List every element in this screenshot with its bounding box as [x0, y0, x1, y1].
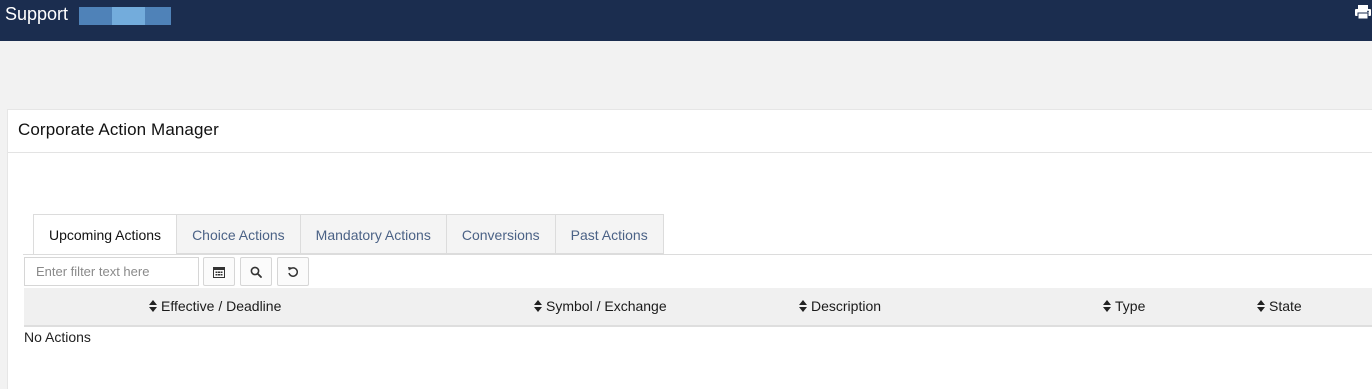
empty-table-message: No Actions — [24, 329, 91, 345]
sort-icon — [1257, 300, 1265, 312]
refresh-button[interactable] — [277, 257, 309, 286]
calendar-icon — [213, 266, 225, 278]
divider — [8, 152, 1372, 153]
column-symbol-exchange[interactable]: Symbol / Exchange — [534, 288, 667, 325]
calendar-button[interactable] — [203, 257, 235, 286]
column-description[interactable]: Description — [799, 288, 881, 325]
refresh-icon — [288, 266, 299, 277]
sort-icon — [149, 300, 157, 312]
account-name-redacted — [79, 7, 171, 25]
tab-bar: Upcoming Actions Choice Actions Mandator… — [33, 214, 664, 255]
column-effective-deadline[interactable]: Effective / Deadline — [149, 288, 281, 325]
column-type[interactable]: Type — [1103, 288, 1145, 325]
tab-conversions[interactable]: Conversions — [446, 214, 556, 254]
column-label: State — [1269, 298, 1302, 314]
corporate-action-panel: Corporate Action Manager Upcoming Action… — [7, 109, 1372, 389]
column-label: Description — [811, 298, 882, 314]
tab-mandatory-actions[interactable]: Mandatory Actions — [300, 214, 447, 254]
redacted-block — [145, 7, 171, 25]
sort-icon — [1103, 300, 1111, 312]
tab-upcoming-actions[interactable]: Upcoming Actions — [33, 214, 178, 255]
table-header: Effective / Deadline Symbol / Exchange D… — [24, 288, 1372, 327]
search-icon — [250, 266, 262, 278]
top-bar: Support — [0, 0, 1372, 41]
tab-past-actions[interactable]: Past Actions — [555, 214, 664, 254]
print-icon[interactable] — [1354, 4, 1372, 20]
search-button[interactable] — [240, 257, 272, 286]
redacted-block — [79, 7, 112, 25]
tab-choice-actions[interactable]: Choice Actions — [177, 214, 301, 254]
tab-underline — [23, 254, 1372, 255]
sort-icon — [799, 300, 807, 312]
redacted-block — [112, 7, 145, 25]
column-state[interactable]: State — [1257, 288, 1302, 325]
filter-input[interactable] — [24, 257, 199, 286]
column-label: Type — [1115, 298, 1146, 314]
column-label: Symbol / Exchange — [546, 298, 667, 314]
app-title: Support — [5, 4, 69, 24]
column-label: Effective / Deadline — [161, 298, 282, 314]
sort-icon — [534, 300, 542, 312]
panel-title: Corporate Action Manager — [18, 120, 219, 139]
